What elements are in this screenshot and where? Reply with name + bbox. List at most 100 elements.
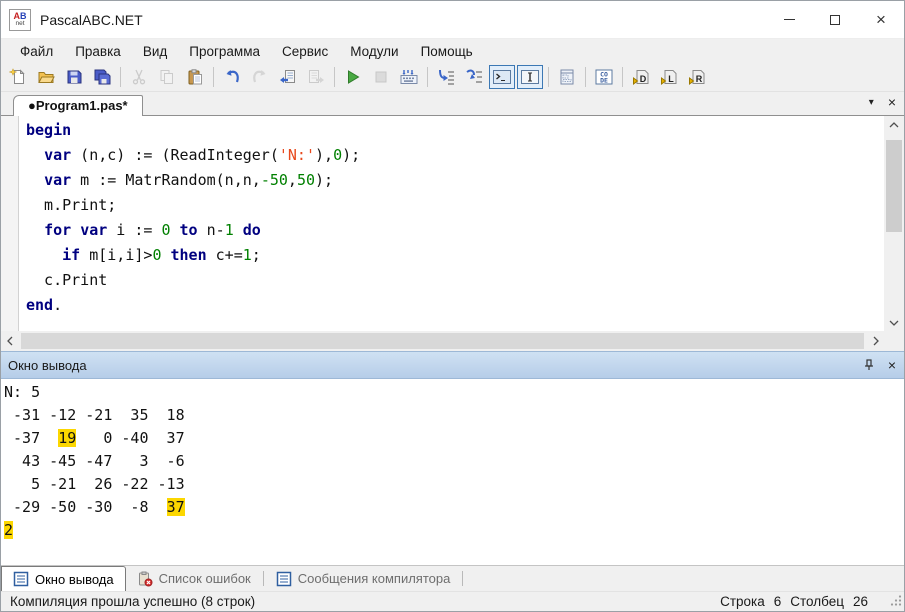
redo-button bbox=[247, 65, 273, 89]
console-window-icon bbox=[492, 68, 512, 86]
doc-r-icon: R bbox=[687, 68, 707, 86]
app-logo-icon: AB net bbox=[9, 9, 31, 31]
output-line: -29 -50 -30 -8 37 bbox=[4, 496, 904, 519]
toolbar-separator bbox=[622, 67, 623, 87]
grip-dots-icon bbox=[890, 594, 902, 606]
code-line: m.Print; bbox=[26, 193, 360, 218]
list-blue-icon bbox=[13, 571, 29, 587]
menu-view[interactable]: Вид bbox=[132, 41, 178, 62]
tab-close-icon[interactable]: × bbox=[888, 94, 896, 110]
stop-icon bbox=[372, 68, 390, 86]
form-view-button[interactable] bbox=[554, 65, 580, 89]
cursor-position: Строка 6 Столбец 26 bbox=[720, 594, 900, 609]
scroll-down-button[interactable] bbox=[884, 314, 904, 331]
svg-text:DE: DE bbox=[600, 77, 608, 85]
form-view-icon bbox=[558, 68, 576, 86]
output-console[interactable]: N: 5 -31 -12 -21 35 18 -37 19 0 -40 37 4… bbox=[1, 379, 904, 565]
column-value: 26 bbox=[853, 594, 868, 609]
step-over-button[interactable] bbox=[461, 65, 487, 89]
code-editor[interactable]: begin var (n,c) := (ReadInteger('N:'),0)… bbox=[1, 116, 884, 331]
code-view-icon: CODE bbox=[594, 68, 614, 86]
code-editor-text[interactable]: begin var (n,c) := (ReadInteger('N:'),0)… bbox=[19, 116, 360, 331]
tab-error-list[interactable]: Список ошибок bbox=[126, 566, 262, 591]
menu-edit[interactable]: Правка bbox=[64, 41, 132, 62]
window-title: PascalABC.NET bbox=[40, 12, 143, 28]
tab-label: Окно вывода bbox=[35, 572, 114, 587]
svg-text:L: L bbox=[668, 74, 674, 84]
toolbar-separator bbox=[548, 67, 549, 87]
code-line: c.Print bbox=[26, 268, 360, 293]
window-controls: × bbox=[766, 1, 904, 38]
highlighted-value: 19 bbox=[58, 429, 76, 447]
clipboard-error-icon bbox=[137, 571, 153, 587]
menu-file[interactable]: Файл bbox=[9, 41, 64, 62]
bottom-tab-bar: Окно вывода Список ошибокСообщения компил… bbox=[1, 565, 904, 591]
highlighted-value: 37 bbox=[167, 498, 185, 516]
minimize-icon bbox=[784, 19, 795, 20]
menu-bar: ФайлПравкаВидПрограммаСервисМодулиПомощь bbox=[1, 39, 904, 63]
scroll-right-button[interactable] bbox=[867, 331, 884, 351]
run-icon bbox=[344, 68, 362, 86]
doc-d-icon: D bbox=[631, 68, 651, 86]
scroll-up-button[interactable] bbox=[884, 116, 904, 133]
save-all-icon bbox=[93, 68, 111, 86]
tab-compiler-messages[interactable]: Сообщения компилятора bbox=[265, 566, 462, 591]
horizontal-scroll-thumb[interactable] bbox=[21, 333, 864, 349]
step-over-icon bbox=[464, 68, 484, 86]
save-all-button[interactable] bbox=[89, 65, 115, 89]
doc-l-button[interactable]: L bbox=[656, 65, 682, 89]
tab-separator bbox=[462, 571, 463, 586]
scroll-left-button[interactable] bbox=[1, 331, 18, 351]
toolbar: CODE D L R bbox=[1, 63, 904, 92]
menu-modules[interactable]: Модули bbox=[339, 41, 409, 62]
list-blue-icon bbox=[276, 571, 292, 587]
cut-icon bbox=[130, 68, 148, 86]
menu-service[interactable]: Сервис bbox=[271, 41, 339, 62]
tab-separator bbox=[263, 571, 264, 586]
toolbar-separator bbox=[585, 67, 586, 87]
close-panel-button[interactable]: × bbox=[888, 358, 896, 372]
paste-button[interactable] bbox=[182, 65, 208, 89]
step-into-icon bbox=[436, 68, 456, 86]
horizontal-scrollbar[interactable] bbox=[1, 331, 884, 351]
save-button[interactable] bbox=[61, 65, 87, 89]
goto-next-icon bbox=[307, 68, 325, 86]
scrollbar-corner bbox=[884, 331, 904, 351]
caret-window-button[interactable] bbox=[517, 65, 543, 89]
pin-panel-button[interactable] bbox=[862, 358, 876, 372]
editor-area: begin var (n,c) := (ReadInteger('N:'),0)… bbox=[1, 116, 904, 351]
chevron-right-icon bbox=[873, 336, 879, 346]
resize-grip[interactable] bbox=[890, 594, 902, 609]
goto-prev-button[interactable] bbox=[275, 65, 301, 89]
doc-l-icon: L bbox=[659, 68, 679, 86]
tab-output[interactable]: Окно вывода bbox=[1, 566, 126, 591]
minimize-button[interactable] bbox=[766, 1, 812, 38]
toolbar-separator bbox=[427, 67, 428, 87]
doc-d-button[interactable]: D bbox=[628, 65, 654, 89]
new-file-icon bbox=[9, 68, 27, 86]
step-into-button[interactable] bbox=[433, 65, 459, 89]
vertical-scroll-thumb[interactable] bbox=[886, 140, 902, 232]
copy-button bbox=[154, 65, 180, 89]
goto-prev-icon bbox=[279, 68, 297, 86]
console-window-button[interactable] bbox=[489, 65, 515, 89]
output-line: 5 -21 26 -22 -13 bbox=[4, 473, 904, 496]
maximize-button[interactable] bbox=[812, 1, 858, 38]
code-line: var m := MatrRandom(n,n,-50,50); bbox=[26, 168, 360, 193]
open-folder-button[interactable] bbox=[33, 65, 59, 89]
undo-icon bbox=[223, 68, 241, 86]
undo-button[interactable] bbox=[219, 65, 245, 89]
tab-program1[interactable]: ●Program1.pas* bbox=[13, 95, 143, 116]
menu-help[interactable]: Помощь bbox=[410, 41, 484, 62]
doc-r-button[interactable]: R bbox=[684, 65, 710, 89]
code-view-button[interactable]: CODE bbox=[591, 65, 617, 89]
close-button[interactable]: × bbox=[858, 1, 904, 38]
tab-list-dropdown-icon[interactable]: ▾ bbox=[869, 97, 874, 108]
output-panel-header: Окно вывода × bbox=[1, 351, 904, 379]
keyboard-button[interactable] bbox=[396, 65, 422, 89]
vertical-scrollbar[interactable] bbox=[884, 116, 904, 331]
menu-program[interactable]: Программа bbox=[178, 41, 271, 62]
new-file-button[interactable] bbox=[5, 65, 31, 89]
editor-gutter bbox=[1, 116, 19, 331]
run-button[interactable] bbox=[340, 65, 366, 89]
